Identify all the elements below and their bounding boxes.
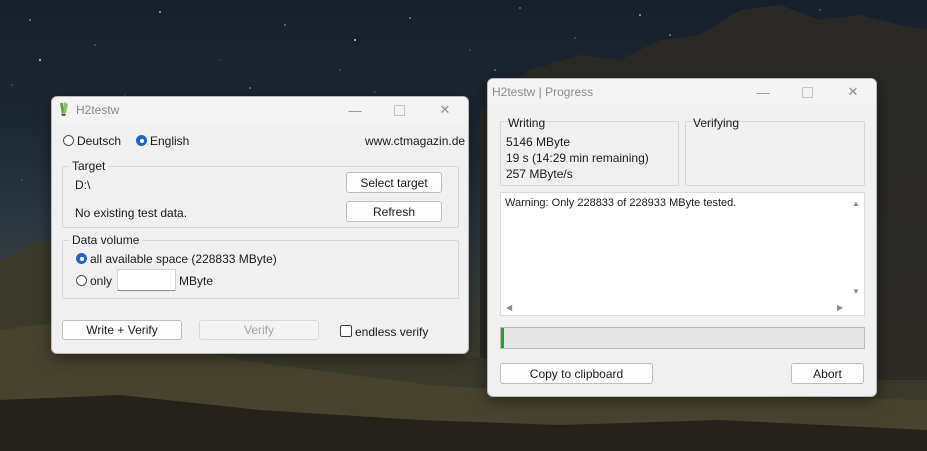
verifying-panel (685, 121, 865, 186)
scroll-down-icon[interactable]: ▼ (852, 288, 860, 296)
log-text: Warning: Only 228833 of 228933 MByte tes… (505, 197, 737, 209)
writing-amount: 5146 MByte (506, 135, 571, 149)
write-verify-button[interactable]: Write + Verify (62, 320, 182, 340)
main-window-title: H2testw (76, 103, 120, 117)
refresh-button[interactable]: Refresh (346, 201, 442, 222)
radio-only[interactable] (76, 275, 87, 286)
radio-deutsch-label[interactable]: Deutsch (77, 134, 121, 148)
scroll-left-icon[interactable]: ◀ (506, 304, 512, 312)
close-icon[interactable]: ✕ (830, 79, 876, 105)
test-data-status: No existing test data. (75, 206, 188, 220)
h2testw-app-icon (60, 102, 68, 116)
mbyte-unit-label: MByte (179, 274, 214, 288)
maximize-icon[interactable] (376, 97, 422, 123)
radio-only-label[interactable]: only (90, 274, 112, 288)
progress-bar-fill (501, 328, 504, 348)
maximize-icon[interactable] (784, 79, 830, 105)
h2testw-main-window: H2testw — ✕ Deutsch English www.ctmagazi… (51, 96, 469, 354)
progress-titlebar[interactable]: H2testw | Progress — ✕ (488, 79, 876, 105)
data-volume-group-label: Data volume (69, 233, 143, 247)
close-icon[interactable]: ✕ (422, 97, 468, 123)
radio-english[interactable] (136, 135, 147, 146)
minimize-icon[interactable]: — (332, 97, 378, 123)
writing-time: 19 s (14:29 min remaining) (506, 151, 649, 165)
scroll-right-icon[interactable]: ▶ (837, 304, 843, 312)
writing-speed: 257 MByte/s (506, 167, 573, 181)
progress-bar (500, 327, 865, 349)
website-link[interactable]: www.ctmagazin.de (365, 134, 465, 148)
radio-all-space[interactable] (76, 253, 87, 264)
radio-english-label[interactable]: English (150, 134, 189, 148)
progress-window-title: H2testw | Progress (492, 85, 594, 99)
radio-all-space-label[interactable]: all available space (228833 MByte) (90, 252, 277, 266)
select-target-button[interactable]: Select target (346, 172, 442, 193)
endless-verify-checkbox[interactable] (340, 325, 352, 337)
endless-verify-label[interactable]: endless verify (355, 325, 428, 339)
scroll-up-icon[interactable]: ▲ (852, 200, 860, 208)
copy-to-clipboard-button[interactable]: Copy to clipboard (500, 363, 653, 384)
verifying-label: Verifying (693, 116, 740, 130)
main-titlebar[interactable]: H2testw — ✕ (52, 97, 468, 123)
minimize-icon[interactable]: — (740, 79, 786, 105)
target-group-label: Target (69, 159, 109, 173)
radio-deutsch[interactable] (63, 135, 74, 146)
target-path: D:\ (75, 178, 91, 192)
only-mbyte-input[interactable] (117, 269, 176, 291)
h2testw-progress-window: H2testw | Progress — ✕ Writing 5146 MByt… (487, 78, 877, 397)
writing-label: Writing (508, 116, 546, 130)
abort-button[interactable]: Abort (791, 363, 864, 384)
log-area[interactable]: Warning: Only 228833 of 228933 MByte tes… (500, 192, 865, 316)
verify-button: Verify (199, 320, 319, 340)
